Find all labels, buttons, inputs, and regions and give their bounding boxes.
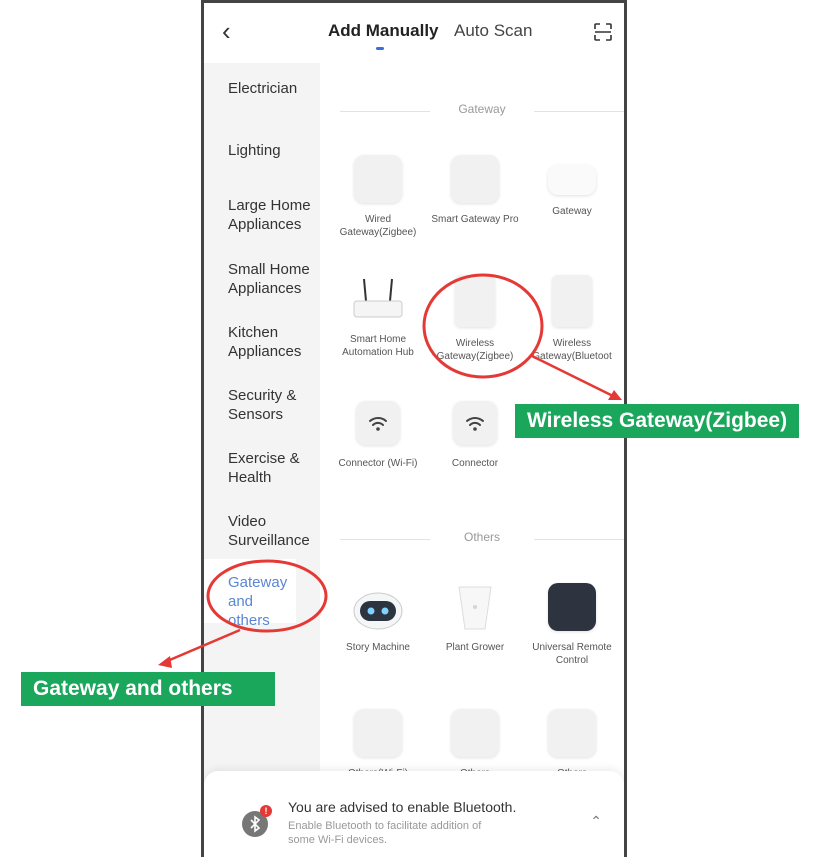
device-label: Wireless Gateway(Zigbee)	[436, 338, 514, 362]
wireless-gateway-icon	[552, 275, 592, 327]
device-universal-remote-control[interactable]: Universal Remote Control	[522, 583, 622, 667]
device-label: Smart Home Automation Hub	[342, 334, 414, 358]
section-header-others: Others	[340, 530, 624, 550]
device-smart-gateway-pro[interactable]: Smart Gateway Pro	[425, 155, 525, 226]
divider	[534, 539, 624, 540]
sidebar-item-electrician[interactable]: Electrician	[228, 79, 320, 98]
device-grid: Gateway Wired Gateway(Zigbee) Smart Gate…	[320, 63, 624, 857]
banner-subtitle: Enable Bluetooth to facilitate addition …	[288, 820, 482, 846]
device-label: Universal Remote Control	[532, 642, 612, 666]
alert-badge: !	[260, 805, 272, 817]
device-gateway[interactable]: Gateway	[522, 155, 622, 218]
device-story-machine[interactable]: Story Machine	[328, 583, 428, 654]
bluetooth-banner: ! You are advised to enable Bluetooth. E…	[204, 771, 624, 857]
divider	[534, 111, 624, 112]
device-wireless-gateway-zigbee[interactable]: Wireless Gateway(Zigbee)	[425, 275, 525, 363]
section-header-gateway: Gateway	[340, 102, 624, 122]
others-icon	[548, 709, 596, 757]
remote-control-icon	[548, 583, 596, 631]
section-title: Others	[463, 530, 500, 544]
hub-icon	[451, 155, 499, 203]
section-title: Gateway	[458, 102, 506, 116]
device-others-wifi[interactable]: Others(Wi-Fi)	[328, 709, 428, 780]
others-icon	[451, 709, 499, 757]
scan-icon[interactable]	[594, 23, 612, 41]
tab-auto-scan[interactable]: Auto Scan	[454, 21, 532, 41]
gateway-icon	[548, 165, 596, 195]
device-plant-grower[interactable]: Plant Grower	[425, 583, 525, 654]
arrowhead-icon	[158, 656, 172, 668]
device-connector[interactable]: Connector	[425, 401, 525, 470]
plant-pot-icon	[458, 586, 492, 630]
device-label: Connector	[451, 458, 499, 469]
sidebar-item-exercise-health[interactable]: Exercise & Health	[228, 449, 320, 487]
tab-add-manually[interactable]: Add Manually	[328, 21, 439, 41]
device-label: Story Machine	[346, 642, 410, 653]
device-smart-home-automation-hub[interactable]: Smart Home Automation Hub	[328, 275, 428, 359]
banner-title: You are advised to enable Bluetooth.	[288, 799, 517, 815]
wifi-icon	[453, 401, 497, 445]
device-others[interactable]: Others	[522, 709, 622, 780]
router-icon	[353, 278, 403, 318]
sidebar-item-large-home-appliances[interactable]: Large Home Appliances	[228, 196, 320, 234]
annotation-label-gateway-and-others: Gateway and others	[21, 672, 275, 706]
device-others[interactable]: Others	[425, 709, 525, 780]
device-connector-wifi[interactable]: Connector (Wi-Fi)	[328, 401, 428, 470]
device-label: Smart Gateway Pro	[431, 214, 519, 225]
annotation-label-wireless-gateway: Wireless Gateway(Zigbee)	[515, 404, 800, 438]
sidebar-item-small-home-appliances[interactable]: Small Home Appliances	[228, 260, 320, 298]
hub-icon	[354, 155, 402, 203]
device-wireless-gateway-bluetooth[interactable]: Wireless Gateway(Bluetoot	[522, 275, 622, 363]
device-label: Plant Grower	[445, 642, 505, 653]
chevron-left-icon[interactable]: ‹	[222, 17, 231, 45]
active-tab-indicator	[376, 47, 384, 50]
device-label: Gateway	[552, 206, 592, 217]
device-wired-gateway-zigbee[interactable]: Wired Gateway(Zigbee)	[328, 155, 428, 239]
robot-icon	[353, 592, 403, 630]
category-sidebar: Electrician Lighting Large Home Applianc…	[204, 63, 320, 857]
header: ‹ Add Manually Auto Scan	[204, 3, 624, 63]
device-label: Wireless Gateway(Bluetoot	[532, 338, 612, 362]
others-icon	[354, 709, 402, 757]
chevron-up-icon[interactable]: ⌃	[590, 813, 602, 830]
wifi-icon	[356, 401, 400, 445]
sidebar-item-gateway-and-others[interactable]: Gateway and others	[204, 559, 296, 629]
device-label: Wired Gateway(Zigbee)	[339, 214, 417, 238]
sidebar-item-kitchen-appliances[interactable]: Kitchen Appliances	[228, 323, 320, 361]
wireless-gateway-icon	[455, 275, 495, 327]
sidebar-item-video-surveillance[interactable]: Video Surveillance	[228, 512, 320, 550]
device-label: Connector (Wi-Fi)	[338, 458, 418, 469]
sidebar-item-lighting[interactable]: Lighting	[228, 141, 320, 160]
sidebar-item-security-sensors[interactable]: Security & Sensors	[228, 386, 320, 424]
